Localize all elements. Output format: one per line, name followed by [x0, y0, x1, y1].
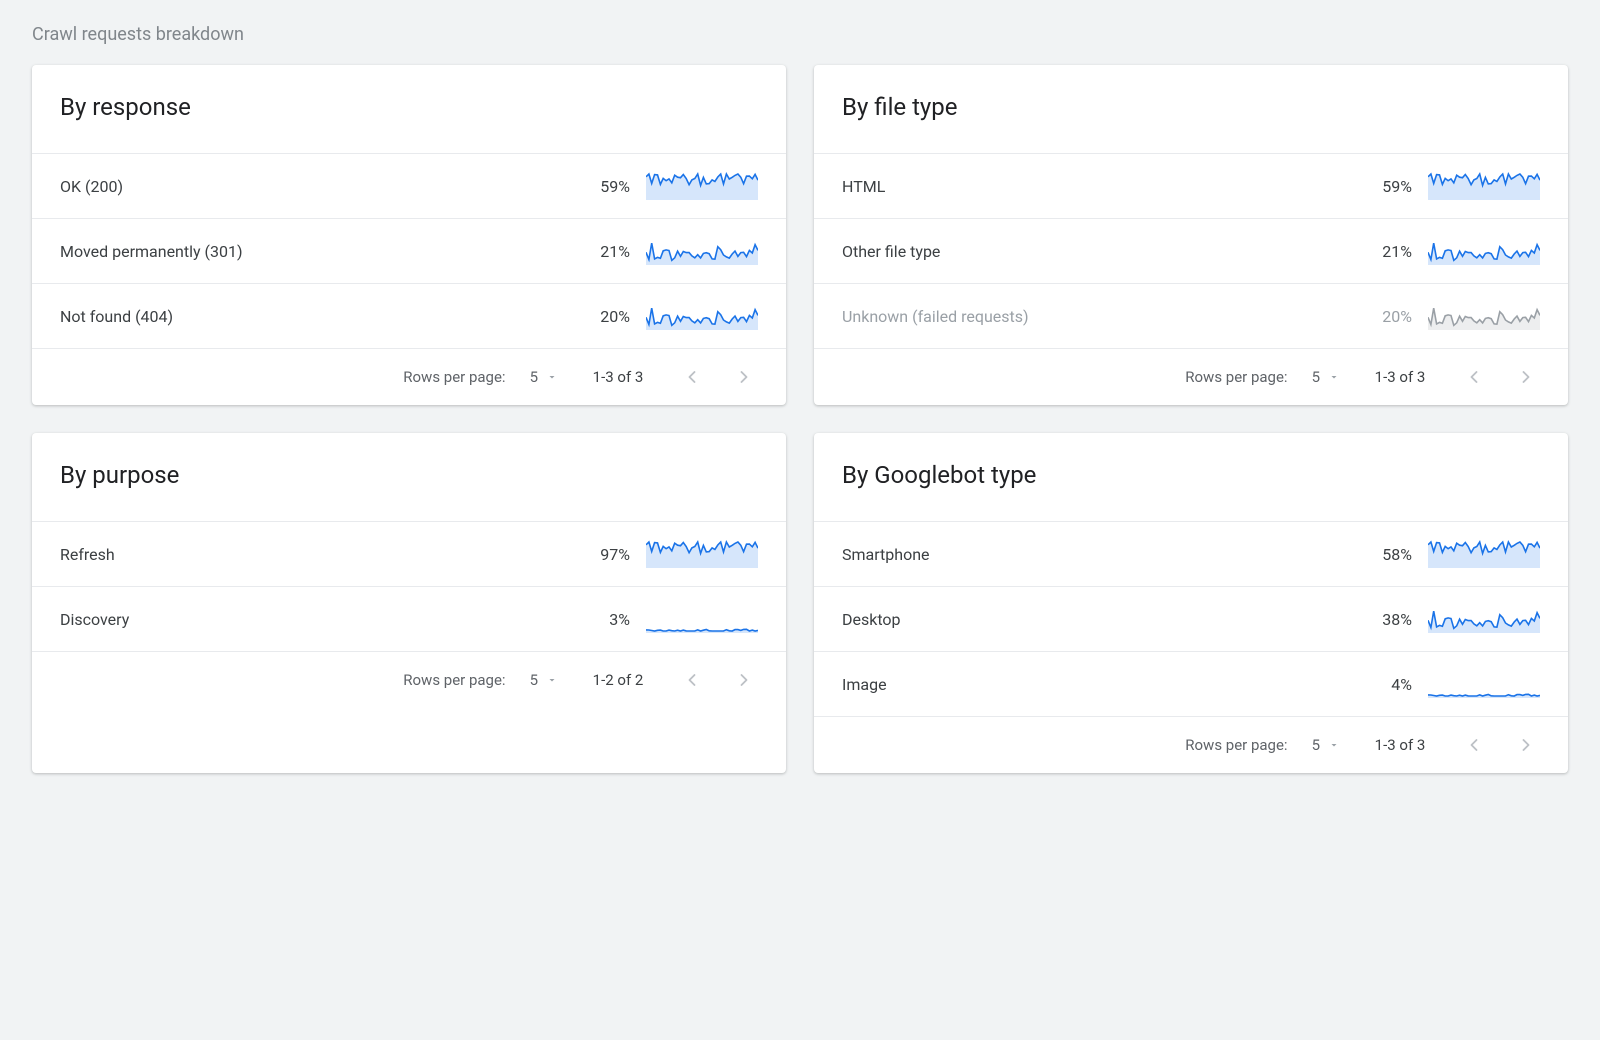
next-page-button[interactable]: [1512, 731, 1540, 759]
pagination: Rows per page: 5 1-3 of 3: [32, 348, 786, 405]
row-percentage: 38%: [1362, 610, 1412, 629]
rows-per-page-label: Rows per page:: [403, 368, 505, 386]
row-label: Other file type: [842, 242, 1346, 261]
sparkline-icon: [1428, 540, 1540, 568]
card-by-file-type: By file type HTML 59% Other file type 21…: [814, 65, 1568, 405]
row-percentage: 20%: [580, 307, 630, 326]
row-percentage: 59%: [580, 177, 630, 196]
pagination: Rows per page: 5 1-3 of 3: [814, 716, 1568, 773]
sparkline-icon: [646, 540, 758, 568]
cards-grid: By response OK (200) 59% Moved permanent…: [32, 65, 1568, 773]
row-percentage: 97%: [580, 545, 630, 564]
card-header: By response: [32, 65, 786, 153]
card-title: By response: [60, 93, 758, 121]
prev-page-button[interactable]: [1460, 731, 1488, 759]
row-label: OK (200): [60, 177, 564, 196]
table-row[interactable]: Moved permanently (301) 21%: [32, 218, 786, 283]
dropdown-icon: [1328, 371, 1340, 383]
card-header: By Googlebot type: [814, 433, 1568, 521]
row-percentage: 20%: [1362, 307, 1412, 326]
row-label: Smartphone: [842, 545, 1346, 564]
sparkline-icon: [646, 237, 758, 265]
table-row[interactable]: Smartphone 58%: [814, 521, 1568, 586]
dropdown-icon: [546, 371, 558, 383]
section-title: Crawl requests breakdown: [32, 24, 1568, 45]
rows-per-page-label: Rows per page:: [1185, 736, 1287, 754]
sparkline-icon: [1428, 237, 1540, 265]
next-page-button[interactable]: [730, 666, 758, 694]
row-label: HTML: [842, 177, 1346, 196]
table-row[interactable]: Not found (404) 20%: [32, 283, 786, 348]
table-row[interactable]: Refresh 97%: [32, 521, 786, 586]
sparkline-icon: [646, 302, 758, 330]
table-row[interactable]: Other file type 21%: [814, 218, 1568, 283]
prev-page-button[interactable]: [678, 363, 706, 391]
card-title: By file type: [842, 93, 1540, 121]
row-percentage: 21%: [580, 242, 630, 261]
next-page-button[interactable]: [1512, 363, 1540, 391]
next-page-button[interactable]: [730, 363, 758, 391]
row-label: Moved permanently (301): [60, 242, 564, 261]
dropdown-icon: [1328, 739, 1340, 751]
row-percentage: 21%: [1362, 242, 1412, 261]
card-by-googlebot-type: By Googlebot type Smartphone 58% Desktop…: [814, 433, 1568, 773]
page-range: 1-2 of 2: [582, 671, 654, 689]
row-percentage: 3%: [580, 610, 630, 629]
page-range: 1-3 of 3: [1364, 368, 1436, 386]
row-label: Discovery: [60, 610, 564, 629]
card-by-response: By response OK (200) 59% Moved permanent…: [32, 65, 786, 405]
sparkline-icon: [646, 605, 758, 633]
prev-page-button[interactable]: [678, 666, 706, 694]
rows-per-page-value: 5: [1312, 368, 1320, 386]
table-row[interactable]: Discovery 3%: [32, 586, 786, 651]
sparkline-icon: [1428, 172, 1540, 200]
table-row[interactable]: Unknown (failed requests) 20%: [814, 283, 1568, 348]
card-by-purpose: By purpose Refresh 97% Discovery 3% Rows…: [32, 433, 786, 773]
row-label: Unknown (failed requests): [842, 307, 1346, 326]
rows-per-page-value: 5: [530, 671, 538, 689]
rows-per-page-select[interactable]: 5: [530, 671, 558, 689]
page-range: 1-3 of 3: [1364, 736, 1436, 754]
rows-per-page-select[interactable]: 5: [1312, 368, 1340, 386]
pagination: Rows per page: 5 1-3 of 3: [814, 348, 1568, 405]
row-percentage: 58%: [1362, 545, 1412, 564]
row-percentage: 4%: [1362, 675, 1412, 694]
row-percentage: 59%: [1362, 177, 1412, 196]
pagination: Rows per page: 5 1-2 of 2: [32, 651, 786, 708]
sparkline-icon: [1428, 302, 1540, 330]
row-label: Image: [842, 675, 1346, 694]
dropdown-icon: [546, 674, 558, 686]
page-range: 1-3 of 3: [582, 368, 654, 386]
table-row[interactable]: Desktop 38%: [814, 586, 1568, 651]
row-label: Not found (404): [60, 307, 564, 326]
rows-per-page-select[interactable]: 5: [1312, 736, 1340, 754]
sparkline-icon: [1428, 605, 1540, 633]
table-row[interactable]: Image 4%: [814, 651, 1568, 716]
row-label: Refresh: [60, 545, 564, 564]
sparkline-icon: [646, 172, 758, 200]
card-header: By file type: [814, 65, 1568, 153]
rows-per-page-select[interactable]: 5: [530, 368, 558, 386]
rows-per-page-label: Rows per page:: [403, 671, 505, 689]
row-label: Desktop: [842, 610, 1346, 629]
table-row[interactable]: OK (200) 59%: [32, 153, 786, 218]
rows-per-page-value: 5: [530, 368, 538, 386]
rows-per-page-label: Rows per page:: [1185, 368, 1287, 386]
sparkline-icon: [1428, 670, 1540, 698]
card-title: By Googlebot type: [842, 461, 1540, 489]
prev-page-button[interactable]: [1460, 363, 1488, 391]
card-header: By purpose: [32, 433, 786, 521]
table-row[interactable]: HTML 59%: [814, 153, 1568, 218]
rows-per-page-value: 5: [1312, 736, 1320, 754]
card-title: By purpose: [60, 461, 758, 489]
